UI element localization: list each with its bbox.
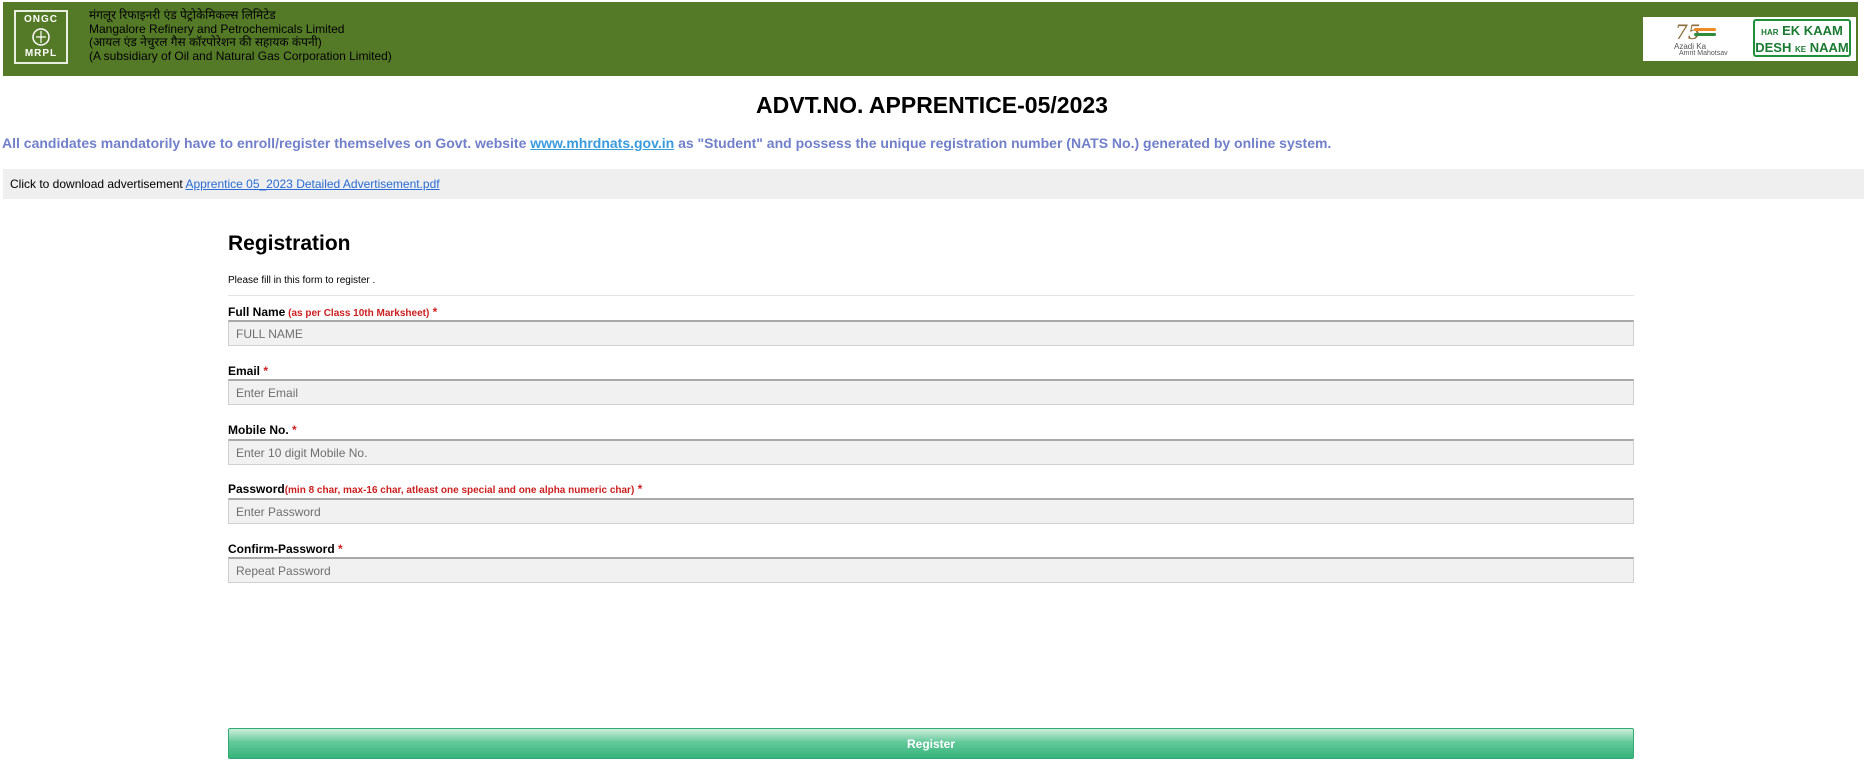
download-bar: Click to download advertisement Apprenti… — [3, 169, 1864, 199]
download-label: Click to download advertisement — [10, 177, 186, 191]
form-title: Registration — [228, 232, 351, 255]
full-name-label: Full Name (as per Class 10th Marksheet) … — [228, 305, 438, 319]
email-input[interactable] — [228, 379, 1634, 405]
site-header: ONGC MRPL मंगलूर रिफाइनरी एंड पेट्रोकेमि… — [3, 2, 1858, 76]
mobile-input[interactable] — [228, 439, 1634, 465]
advertisement-title: ADVT.NO. APPRENTICE-05/2023 — [756, 92, 1108, 118]
campaign-badges: 75 Azadi Ka Amrit Mahotsav HAR EK KAAM D… — [1643, 17, 1856, 61]
ongc-mrpl-logo: ONGC MRPL — [14, 10, 68, 64]
confirm-password-label: Confirm-Password * — [228, 542, 343, 556]
company-name-block: मंगलूर रिफाइनरी एंड पेट्रोकेमिकल्स लिमिट… — [89, 8, 392, 63]
mobile-label: Mobile No. * — [228, 423, 297, 437]
logo-bottom-text: MRPL — [24, 48, 58, 59]
subsidiary-hindi: (आयल एंड नेचुरल गैस कॉरपोरेशन की सहायक क… — [89, 35, 322, 49]
advertisement-pdf-link[interactable]: Apprentice 05_2023 Detailed Advertisemen… — [185, 177, 439, 191]
subsidiary-english: (A subsidiary of Oil and Natural Gas Cor… — [89, 48, 392, 63]
registration-notice: All candidates mandatorily have to enrol… — [2, 135, 1332, 151]
password-input[interactable] — [228, 498, 1634, 524]
azadi-ka-amrit-mahotsav-logo: 75 Azadi Ka Amrit Mahotsav — [1674, 20, 1728, 57]
email-label: Email * — [228, 364, 269, 378]
password-label: Password(min 8 char, max-16 char, atleas… — [228, 482, 643, 496]
confirm-password-input[interactable] — [228, 557, 1634, 583]
full-name-input[interactable] — [228, 320, 1634, 346]
form-divider — [228, 295, 1634, 296]
har-ek-kaam-desh-ke-naam-logo: HAR EK KAAM DESH KE NAAM — [1753, 19, 1851, 57]
register-button[interactable]: Register — [228, 728, 1634, 759]
company-name-hindi: मंगलूर रिफाइनरी एंड पेट्रोकेमिकल्स लिमिट… — [89, 8, 276, 22]
form-subtitle: Please fill in this form to register . — [228, 275, 376, 286]
logo-top-text: ONGC — [24, 14, 58, 25]
nats-website-link[interactable]: www.mhrdnats.gov.in — [530, 135, 674, 151]
logo-emblem-icon — [32, 27, 50, 46]
company-name-english: Mangalore Refinery and Petrochemicals Li… — [89, 21, 345, 36]
